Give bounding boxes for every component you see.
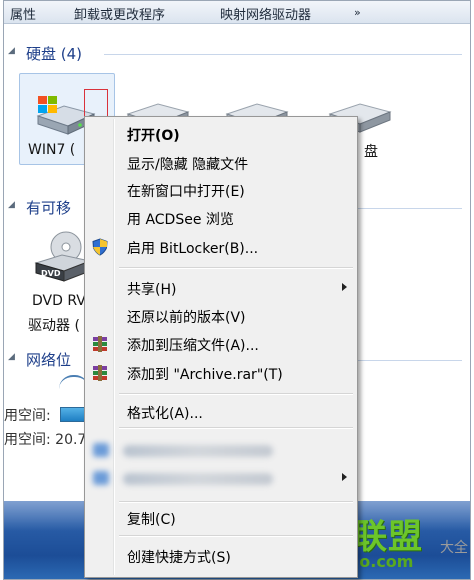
- menu-item-open[interactable]: 打开(O): [87, 123, 355, 145]
- menu-item-copy[interactable]: 复制(C): [87, 507, 355, 529]
- menu-item-bitlocker[interactable]: 启用 BitLocker(B)...: [87, 236, 355, 258]
- submenu-arrow-icon: [342, 473, 347, 481]
- menu-item-obscured[interactable]: [87, 439, 355, 461]
- menu-item-label: 显示/隐藏 隐藏文件: [127, 157, 249, 173]
- group-title-hard-disks: 硬盘 (4): [26, 45, 83, 63]
- collapse-arrow-icon[interactable]: ◢: [8, 200, 15, 210]
- menu-item-label: 共享(H): [127, 282, 177, 298]
- context-menu: 打开(O) 显示/隐藏 隐藏文件 在新窗口中打开(E) 用 ACDSee 浏览 …: [84, 116, 358, 578]
- details-free-space: 用空间: 20.7: [4, 432, 87, 448]
- submenu-arrow-icon: [342, 283, 347, 291]
- collapse-arrow-icon[interactable]: ◢: [8, 46, 15, 56]
- menu-item-label: 在新窗口中打开(E): [127, 184, 245, 200]
- details-free-space: 用空间:: [4, 408, 51, 424]
- more-commands-button[interactable]: »: [354, 6, 361, 19]
- menu-item-label: 添加到压缩文件(A)...: [127, 338, 259, 354]
- uac-shield-icon: [92, 238, 108, 256]
- drive-label-partial: 盘: [364, 144, 378, 160]
- uninstall-program-button[interactable]: 卸载或更改程序: [74, 4, 165, 23]
- menu-separator: [119, 267, 353, 269]
- winrar-icon: [93, 336, 107, 352]
- menu-item-label: 格式化(A)...: [127, 406, 203, 422]
- menu-item-format[interactable]: 格式化(A)...: [87, 401, 355, 423]
- dvd-drive-icon[interactable]: DVD: [32, 229, 92, 289]
- menu-item-label: 创建快捷方式(S): [127, 550, 231, 566]
- map-network-drive-button[interactable]: 映射网络驱动器: [220, 4, 311, 23]
- blurred-text: [123, 445, 273, 457]
- group-title-network: 网络位: [26, 351, 72, 369]
- menu-item-add-to-archive-rar[interactable]: 添加到 "Archive.rar"(T): [87, 362, 355, 384]
- menu-item-toggle-hidden[interactable]: 显示/隐藏 隐藏文件: [87, 152, 355, 174]
- blurred-icon: [93, 471, 109, 485]
- menu-separator: [119, 501, 353, 503]
- winrar-icon: [93, 365, 107, 381]
- menu-item-label: 还原以前的版本(V): [127, 310, 246, 326]
- drive-label-dvd: DVD RV: [32, 293, 86, 309]
- group-title-removable: 有可移: [26, 199, 72, 217]
- menu-item-restore-versions[interactable]: 还原以前的版本(V): [87, 305, 355, 327]
- drive-label-win7: WIN7 (: [28, 142, 76, 158]
- menu-item-open-new-window[interactable]: 在新窗口中打开(E): [87, 179, 355, 201]
- menu-item-label: 添加到 "Archive.rar"(T): [127, 367, 283, 383]
- menu-separator: [119, 393, 353, 395]
- command-bar: 属性 卸载或更改程序 映射网络驱动器 »: [4, 1, 470, 24]
- menu-separator: [119, 535, 353, 537]
- menu-item-create-shortcut[interactable]: 创建快捷方式(S): [87, 545, 355, 567]
- menu-item-label: 复制(C): [127, 512, 176, 528]
- drive-sublabel-dvd: 驱动器 (: [28, 318, 80, 334]
- menu-item-label: 启用 BitLocker(B)...: [127, 241, 259, 257]
- collapse-arrow-icon[interactable]: ◢: [8, 352, 15, 362]
- group-divider: [104, 54, 462, 55]
- menu-separator: [119, 427, 353, 429]
- menu-item-add-to-archive[interactable]: 添加到压缩文件(A)...: [87, 333, 355, 355]
- properties-button[interactable]: 属性: [10, 4, 36, 23]
- watermark-side: 大全: [440, 540, 468, 556]
- menu-item-label: 打开(O): [127, 128, 180, 144]
- menu-item-obscured-submenu[interactable]: [87, 467, 355, 489]
- menu-item-label: 用 ACDSee 浏览: [127, 212, 234, 228]
- menu-item-acdsee[interactable]: 用 ACDSee 浏览: [87, 207, 355, 229]
- svg-text:DVD: DVD: [41, 269, 61, 278]
- menu-item-share[interactable]: 共享(H): [87, 277, 355, 299]
- blurred-text: [123, 473, 273, 485]
- blurred-icon: [93, 443, 109, 457]
- group-header-hard-disks[interactable]: ◢ 硬盘 (4): [4, 43, 470, 63]
